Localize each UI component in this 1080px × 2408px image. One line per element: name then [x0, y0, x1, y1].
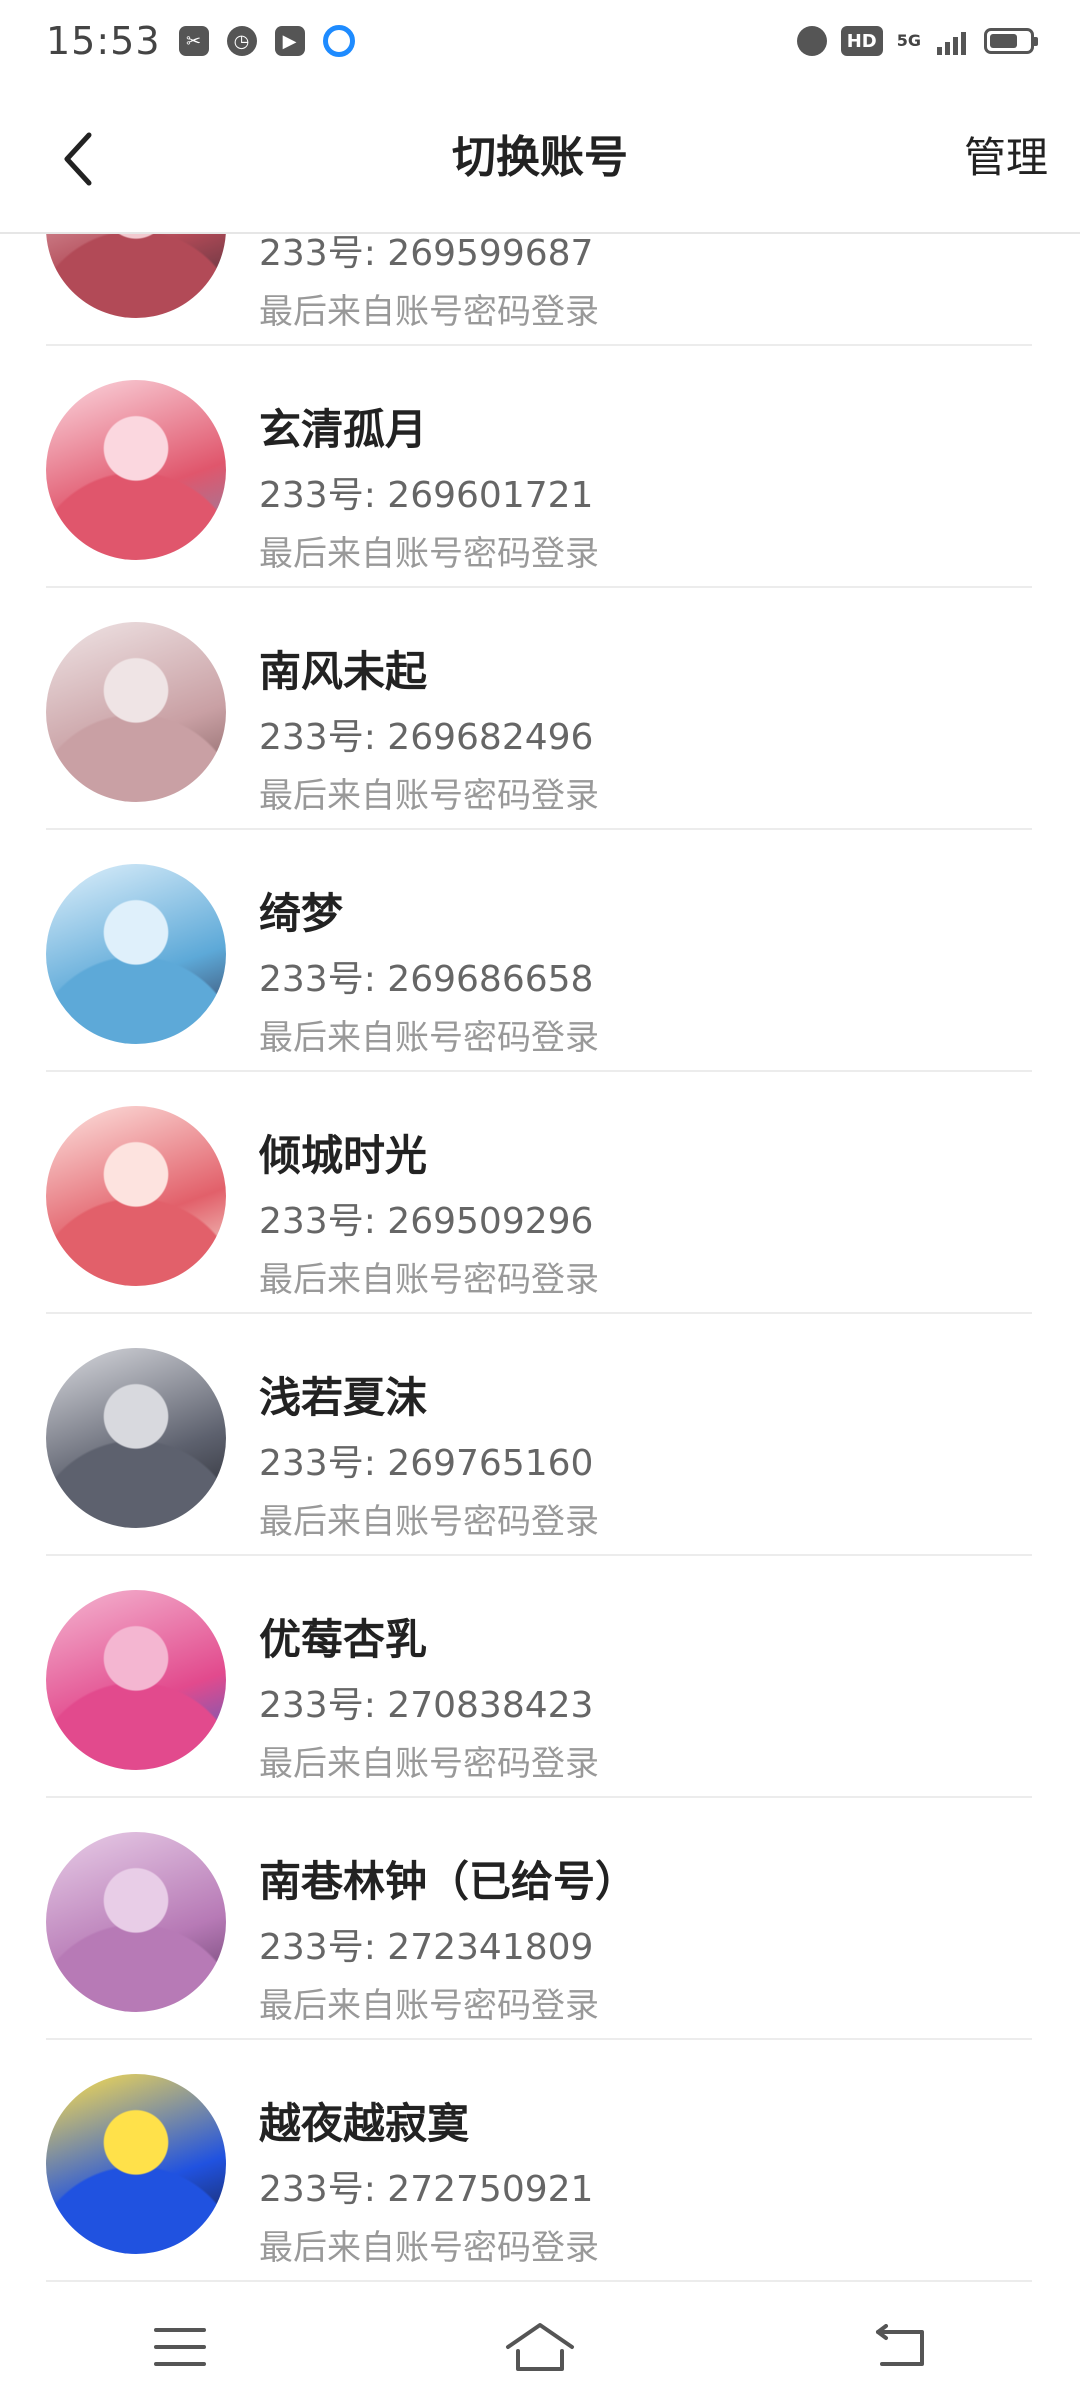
menu-button[interactable]: [120, 2302, 240, 2392]
account-nickname: 倾城时光: [259, 1131, 428, 1180]
account-nickname: 绮梦: [259, 889, 344, 938]
uid-value: 269509296: [387, 1201, 594, 1242]
account-uid: 233号: 272341809: [259, 1918, 593, 1970]
back-button[interactable]: [48, 124, 108, 194]
login-source: 最后来自账号密码登录: [259, 292, 599, 332]
login-source: 最后来自账号密码登录: [259, 1260, 599, 1300]
login-source: 最后来自账号密码登录: [259, 776, 599, 816]
account-row[interactable]: 越夜越寂寞 233号: 272750921 最后来自账号密码登录: [46, 2040, 1032, 2282]
uid-label: 233号:: [259, 1685, 376, 1726]
compass-notification-icon: ◷: [226, 26, 257, 56]
battery-icon: [984, 28, 1038, 54]
uid-value: 269599687: [387, 234, 594, 274]
account-nickname: 浅若夏沫: [259, 1373, 428, 1422]
uid-label: 233号:: [259, 1201, 376, 1242]
avatar: [46, 1106, 226, 1286]
browser-notification-icon: [322, 25, 355, 57]
uid-label: 233号:: [259, 1927, 376, 1968]
uid-value: 272750921: [387, 2169, 594, 2210]
uid-value: 269682496: [387, 717, 594, 758]
account-row[interactable]: 浅若夏沫 233号: 269765160 最后来自账号密码登录: [46, 1314, 1032, 1556]
account-row[interactable]: 优莓杏乳 233号: 270838423 最后来自账号密码登录: [46, 1556, 1032, 1798]
avatar: [46, 622, 226, 802]
uid-label: 233号:: [259, 1443, 376, 1484]
uid-value: 269686658: [387, 959, 594, 1000]
status-left: 15:53 ✂ ◷ ▶: [46, 19, 355, 63]
video-notification-icon: ▶: [274, 26, 305, 56]
uid-label: 233号:: [259, 717, 376, 758]
account-uid: 233号: 269509296: [259, 1192, 593, 1244]
account-uid: 233号: 269599687: [259, 234, 593, 276]
avatar: [46, 1590, 226, 1770]
manage-button[interactable]: 管理: [964, 82, 1048, 234]
account-row[interactable]: 233号: 269599687 最后来自账号密码登录: [46, 234, 1032, 346]
status-time: 15:53: [46, 19, 161, 63]
battery-level: [990, 34, 1017, 48]
account-nickname: 南巷林钟（已给号）: [259, 1857, 638, 1906]
avatar: [46, 2074, 226, 2254]
avatar: [46, 380, 226, 560]
app-notification-icon: ✂: [178, 26, 209, 56]
account-nickname: 优莓杏乳: [259, 1615, 428, 1664]
status-right: HD 5G: [796, 26, 1038, 56]
page-title: 切换账号: [452, 132, 628, 183]
login-source: 最后来自账号密码登录: [259, 1018, 599, 1058]
account-row[interactable]: 倾城时光 233号: 269509296 最后来自账号密码登录: [46, 1072, 1032, 1314]
account-row[interactable]: 玄清孤月 233号: 269601721 最后来自账号密码登录: [46, 346, 1032, 588]
home-button[interactable]: [480, 2302, 600, 2392]
login-source: 最后来自账号密码登录: [259, 1744, 599, 1784]
network-type: 5G: [896, 31, 921, 50]
account-nickname: 越夜越寂寞: [259, 2099, 470, 2148]
avatar: [46, 1832, 226, 2012]
avatar: [46, 1348, 226, 1528]
login-source: 最后来自账号密码登录: [259, 1502, 599, 1542]
uid-value: 269765160: [387, 1443, 594, 1484]
uid-label: 233号:: [259, 2169, 376, 2210]
nav-bar: [0, 2286, 1080, 2408]
account-list[interactable]: 233号: 269599687 最后来自账号密码登录 玄清孤月 233号: 26960…: [0, 234, 1080, 2286]
uid-value: 270838423: [387, 1685, 594, 1726]
uid-label: 233号:: [259, 959, 376, 1000]
avatar: [46, 864, 226, 1044]
menu-icon: [154, 2328, 206, 2366]
uid-value: 272341809: [387, 1927, 594, 1968]
status-bar: 15:53 ✂ ◷ ▶ HD 5G: [0, 0, 1080, 82]
account-row[interactable]: 南风未起 233号: 269682496 最后来自账号密码登录: [46, 588, 1032, 830]
account-row[interactable]: 南巷林钟（已给号） 233号: 272341809 最后来自账号密码登录: [46, 1798, 1032, 2040]
header: 切换账号 管理: [0, 82, 1080, 234]
avatar: [46, 234, 226, 318]
account-nickname: 玄清孤月: [259, 405, 428, 454]
account-row[interactable]: 绮梦 233号: 269686658 最后来自账号密码登录: [46, 830, 1032, 1072]
account-uid: 233号: 269765160: [259, 1434, 593, 1486]
chevron-left-icon: [64, 132, 92, 186]
back-return-icon: [876, 2324, 924, 2366]
account-uid: 233号: 269601721: [259, 466, 593, 518]
account-uid: 233号: 269682496: [259, 708, 593, 760]
signal-icon: [937, 27, 966, 55]
screen: 15:53 ✂ ◷ ▶ HD 5G 切换账号 管理 233号: 26959968…: [0, 0, 1080, 2408]
hd-badge: HD: [840, 26, 883, 56]
account-uid: 233号: 270838423: [259, 1676, 593, 1728]
login-source: 最后来自账号密码登录: [259, 1986, 599, 2026]
return-button[interactable]: [840, 2302, 960, 2392]
uid-label: 233号:: [259, 234, 376, 274]
account-nickname: 南风未起: [259, 647, 428, 696]
home-icon: [506, 2323, 574, 2371]
login-source: 最后来自账号密码登录: [259, 2228, 599, 2268]
alarm-icon: [796, 26, 827, 56]
uid-label: 233号:: [259, 475, 376, 516]
account-uid: 233号: 272750921: [259, 2160, 593, 2212]
uid-value: 269601721: [387, 475, 594, 516]
login-source: 最后来自账号密码登录: [259, 534, 599, 574]
account-uid: 233号: 269686658: [259, 950, 593, 1002]
